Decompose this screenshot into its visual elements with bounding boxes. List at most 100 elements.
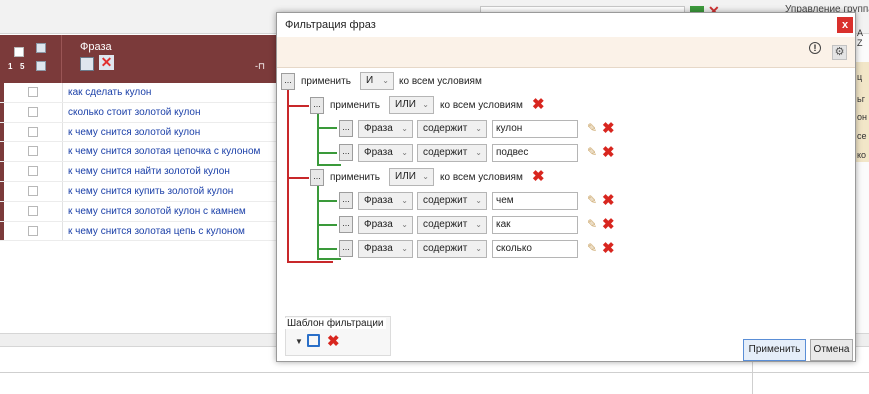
phrase-cell[interactable]: к чему снится золотая цепь с кулоном — [68, 226, 245, 237]
root-group-menu-button[interactable]: ... — [281, 73, 295, 90]
apply-label: применить — [301, 76, 351, 87]
pencil-icon[interactable]: ✎ — [587, 146, 597, 158]
field-select[interactable]: Фраза ⌄ — [358, 240, 413, 258]
phrase-cell[interactable]: как сделать кулон — [68, 87, 151, 98]
table-row[interactable]: сколько стоит золотой кулон — [0, 102, 280, 123]
group-operator-select[interactable]: ИЛИ ⌄ — [389, 96, 434, 114]
chevron-down-icon: ⌄ — [422, 172, 429, 181]
table-row[interactable]: к чему снится найти золотой кулон — [0, 162, 280, 182]
value-input[interactable]: чем — [492, 192, 578, 210]
phrase-cell[interactable]: сколько стоит золотой кулон — [68, 107, 200, 118]
delete-condition-icon[interactable]: ✖ — [602, 145, 615, 160]
right-panel-text: ко — [857, 150, 867, 160]
row-checkbox[interactable] — [28, 185, 38, 196]
row-checkbox[interactable] — [28, 166, 38, 177]
field-select[interactable]: Фраза ⌄ — [358, 144, 413, 162]
dialog-title: Фильтрация фраз — [285, 19, 376, 31]
chevron-down-icon[interactable]: ▼ — [295, 337, 303, 346]
right-panel-text: се — [857, 131, 867, 141]
phrase-cell[interactable]: к чему снится золотая цепочка с кулоном — [68, 146, 260, 157]
select-all-checkbox[interactable] — [14, 47, 24, 57]
table-row[interactable]: к чему снится купить золотой кулон — [0, 181, 280, 202]
filter-icon[interactable] — [36, 43, 46, 53]
delete-group-icon[interactable]: ✖ — [532, 97, 545, 112]
value-input[interactable]: как — [492, 216, 578, 234]
row-marker — [0, 162, 4, 181]
table-row[interactable]: к чему снится золотой кулон с камнем — [0, 201, 280, 222]
table-row[interactable]: к чему снится золотая цепь с кулоном — [0, 221, 280, 242]
delete-condition-icon[interactable]: ✖ — [602, 241, 615, 256]
field-select[interactable]: Фраза ⌄ — [358, 216, 413, 234]
row-checkbox[interactable] — [28, 126, 38, 137]
group-menu-button[interactable]: ... — [310, 169, 324, 186]
phrase-cell[interactable]: к чему снится найти золотой кулон — [68, 166, 230, 177]
column-divider — [62, 221, 63, 241]
column-filter-icon[interactable] — [80, 57, 94, 71]
row-marker — [0, 83, 4, 102]
tree-line — [287, 105, 309, 107]
condition-menu-button[interactable]: ... — [339, 240, 353, 257]
row-marker — [0, 102, 4, 122]
column-divider — [62, 142, 63, 162]
column-divider — [62, 201, 63, 221]
group-menu-button[interactable]: ... — [310, 97, 324, 114]
field-select[interactable]: Фраза ⌄ — [358, 120, 413, 138]
operator-value: содержит — [423, 123, 468, 134]
column-clear-filter-icon[interactable]: ✕ — [99, 55, 114, 70]
field-select[interactable]: Фраза ⌄ — [358, 192, 413, 210]
delete-condition-icon[interactable]: ✖ — [602, 193, 615, 208]
delete-condition-icon[interactable]: ✖ — [602, 217, 615, 232]
clear-filter-icon[interactable] — [36, 61, 46, 71]
phrase-cell[interactable]: к чему снится золотой кулон — [68, 127, 200, 138]
root-operator-select[interactable]: И ⌄ — [360, 72, 394, 90]
value-input[interactable]: сколько — [492, 240, 578, 258]
cancel-button[interactable]: Отмена — [810, 339, 853, 361]
value-input[interactable]: подвес — [492, 144, 578, 162]
condition-menu-button[interactable]: ... — [339, 144, 353, 161]
condition-menu-button[interactable]: ... — [339, 120, 353, 137]
gear-icon[interactable]: ⚙ — [832, 45, 847, 60]
operator-select[interactable]: содержит ⌄ — [417, 216, 487, 234]
field-value: Фраза — [364, 195, 393, 206]
condition-menu-button[interactable]: ... — [339, 192, 353, 209]
tree-line — [317, 200, 337, 202]
operator-select[interactable]: содержит ⌄ — [417, 192, 487, 210]
operator-select[interactable]: содержит ⌄ — [417, 240, 487, 258]
save-icon[interactable] — [307, 334, 320, 347]
pencil-icon[interactable]: ✎ — [587, 122, 597, 134]
table-row[interactable]: к чему снится золотая цепочка с кулоном — [0, 142, 280, 163]
info-icon[interactable]: ! — [809, 42, 821, 54]
apply-button[interactable]: Применить — [743, 339, 806, 361]
operator-value: содержит — [423, 219, 468, 230]
row-checkbox[interactable] — [28, 146, 38, 157]
operator-select[interactable]: содержит ⌄ — [417, 144, 487, 162]
field-value: Фраза — [364, 147, 393, 158]
right-panel-text: А — [857, 28, 864, 38]
phrase-cell[interactable]: к чему снится золотой кулон с камнем — [68, 206, 246, 217]
close-button[interactable]: x — [837, 17, 853, 33]
pencil-icon[interactable]: ✎ — [587, 218, 597, 230]
tree-line — [317, 248, 337, 250]
row-checkbox[interactable] — [28, 205, 38, 216]
tree-line — [317, 114, 319, 164]
pin-icon[interactable]: -⊓ — [255, 61, 265, 72]
row-checkbox[interactable] — [28, 225, 38, 236]
delete-group-icon[interactable]: ✖ — [532, 169, 545, 184]
delete-condition-icon[interactable]: ✖ — [602, 121, 615, 136]
row-checkbox[interactable] — [28, 106, 38, 117]
value-input[interactable]: кулон — [492, 120, 578, 138]
chevron-down-icon: ⌄ — [401, 244, 408, 253]
group-operator-select[interactable]: ИЛИ ⌄ — [389, 168, 434, 186]
tree-line — [317, 258, 341, 260]
operator-select[interactable]: содержит ⌄ — [417, 120, 487, 138]
pencil-icon[interactable]: ✎ — [587, 194, 597, 206]
operator-value: содержит — [423, 147, 468, 158]
table-row[interactable]: как сделать кулон — [0, 83, 280, 103]
condition-menu-button[interactable]: ... — [339, 216, 353, 233]
delete-template-icon[interactable]: ✖ — [327, 332, 340, 350]
operator-value: содержит — [423, 243, 468, 254]
row-checkbox[interactable] — [28, 87, 38, 97]
phrase-cell[interactable]: к чему снится купить золотой кулон — [68, 186, 233, 197]
table-row[interactable]: к чему снится золотой кулон — [0, 122, 280, 143]
pencil-icon[interactable]: ✎ — [587, 242, 597, 254]
